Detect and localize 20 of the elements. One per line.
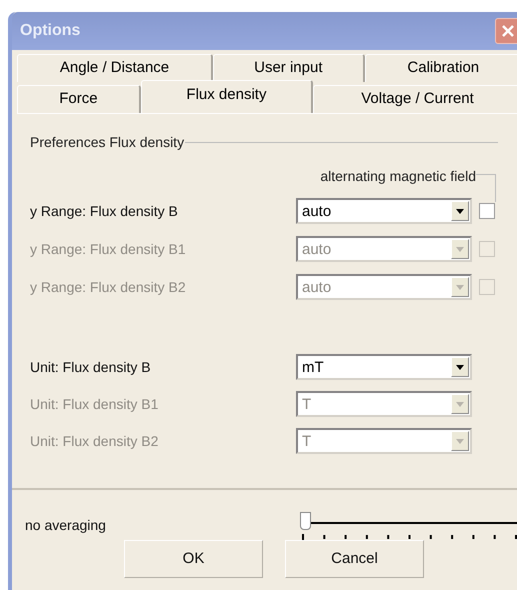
window-title: Options — [20, 21, 80, 41]
column-label: alternating magnetic field — [320, 167, 476, 186]
averaging-label: no averaging — [25, 516, 107, 535]
group-title: Preferences Flux density — [30, 133, 186, 152]
field-label: Unit: Flux density B2 — [30, 432, 160, 451]
dropdown[interactable]: auto — [296, 198, 472, 224]
dropdown[interactable]: mT — [296, 354, 472, 380]
tab[interactable]: Force — [17, 85, 141, 113]
field-label: y Range: Flux density B — [30, 202, 179, 221]
dialog-button[interactable]: OK — [124, 540, 263, 578]
tab[interactable]: User input — [213, 54, 365, 82]
field-label: Unit: Flux density B — [30, 358, 152, 377]
tab[interactable]: Voltage / Current — [313, 85, 517, 113]
field-label: y Range: Flux density B2 — [30, 278, 187, 297]
dialog-button[interactable]: Cancel — [285, 540, 424, 578]
field-label: Unit: Flux density B1 — [30, 394, 160, 414]
tab[interactable]: Angle / Distance — [17, 54, 214, 82]
field-label: y Range: Flux density B1 — [30, 240, 187, 259]
tab[interactable]: Flux density — [140, 80, 314, 113]
tab[interactable]: Calibration — [364, 54, 517, 82]
